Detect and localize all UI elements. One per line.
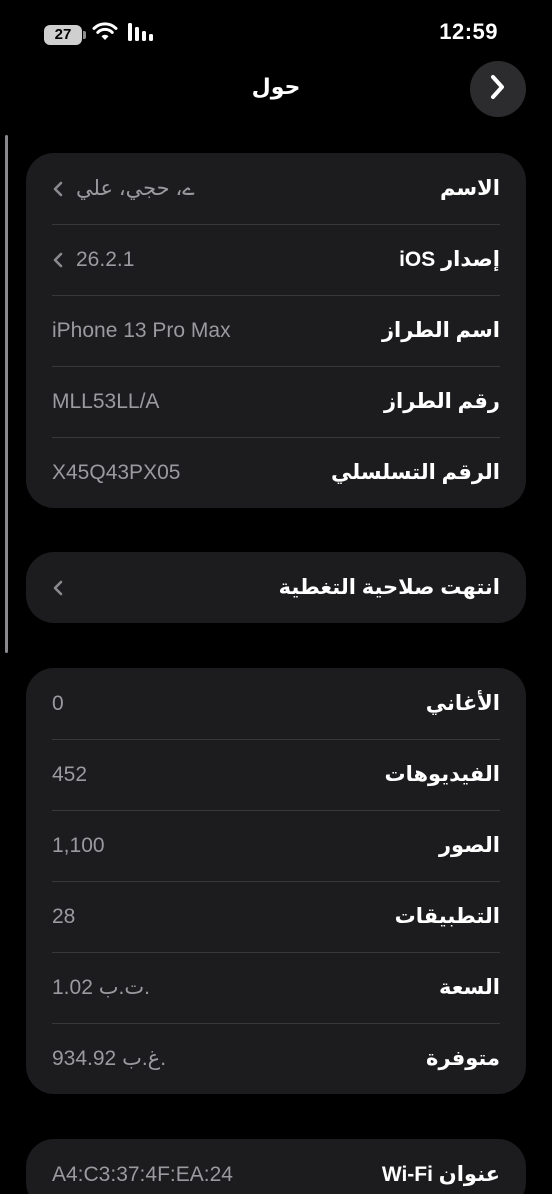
battery-icon: 27: [44, 24, 86, 45]
songs-label: الأغاني: [425, 692, 500, 715]
row-value-group: A4:C3:37:4F:EA:24: [52, 1163, 233, 1187]
available-label: متوفرة: [426, 1047, 500, 1070]
model-number-row[interactable]: MLL53LL/A رقم الطراز: [26, 366, 526, 437]
capacity-value: 1.02 ت.ب.: [52, 976, 150, 999]
row-value-group: 26.2.1: [52, 248, 134, 272]
model-name-label: اسم الطراز: [381, 319, 500, 342]
songs-row: 0 الأغاني: [26, 668, 526, 739]
row-value-group: [52, 579, 64, 597]
available-row: 934.92 غ.ب. متوفرة: [26, 1023, 526, 1094]
about-screen: 27 12:59 حول ے، حجي، علي الاسم 26.2.1 إص…: [0, 0, 552, 1194]
model-number-label: رقم الطراز: [383, 390, 500, 413]
ios-version-value: 26.2.1: [76, 247, 135, 271]
photos-value: 1,100: [52, 833, 105, 857]
row-value-group: 28: [52, 905, 75, 929]
model-number-value: MLL53LL/A: [52, 389, 160, 413]
wifi-address-value: A4:C3:37:4F:EA:24: [52, 1162, 233, 1186]
videos-value: 452: [52, 762, 88, 786]
status-time: 12:59: [439, 19, 498, 44]
name-row[interactable]: ے، حجي، علي الاسم: [26, 153, 526, 224]
model-name-value: iPhone 13 Pro Max: [52, 318, 231, 342]
chevron-left-icon: [52, 251, 64, 269]
capacity-row: 1.02 ت.ب. السعة: [26, 952, 526, 1023]
status-bar: 27 12:59: [0, 0, 552, 64]
wifi-icon: [92, 22, 118, 47]
network-info-group: A4:C3:37:4F:EA:24 عنوان Wi-Fi: [26, 1139, 526, 1194]
row-value-group: 1,100: [52, 834, 105, 858]
songs-value: 0: [52, 691, 64, 715]
row-value-group: X45Q43PX05: [52, 461, 180, 485]
name-label: الاسم: [440, 177, 500, 200]
apps-label: التطبيقات: [394, 905, 500, 928]
ios-version-label: إصدار iOS: [399, 248, 500, 271]
videos-label: الفيديوهات: [384, 763, 501, 786]
cellular-signal-icon: [128, 23, 158, 46]
available-value: 934.92 غ.ب.: [52, 1047, 167, 1070]
row-value-group: 452: [52, 763, 87, 787]
coverage-label: انتهت صلاحية التغطية: [278, 576, 500, 599]
back-button[interactable]: [470, 61, 526, 117]
device-info-group: ے، حجي، علي الاسم 26.2.1 إصدار iOS iPhon…: [26, 153, 526, 508]
apps-value: 28: [52, 904, 76, 928]
model-name-row: iPhone 13 Pro Max اسم الطراز: [26, 295, 526, 366]
chevron-left-icon: [52, 579, 64, 597]
ios-version-row[interactable]: 26.2.1 إصدار iOS: [26, 224, 526, 295]
row-value-group: 1.02 ت.ب.: [52, 975, 150, 1000]
row-value-group: MLL53LL/A: [52, 390, 159, 414]
capacity-label: السعة: [438, 976, 500, 999]
status-indicators: 27: [44, 22, 158, 47]
photos-label: الصور: [438, 834, 500, 857]
wifi-address-label: عنوان Wi-Fi: [381, 1163, 500, 1186]
row-value-group: ے، حجي، علي: [52, 176, 195, 201]
row-value-group: 934.92 غ.ب.: [52, 1046, 166, 1071]
serial-number-value: X45Q43PX05: [52, 460, 181, 484]
coverage-group: انتهت صلاحية التغطية: [26, 552, 526, 623]
scroll-indicator[interactable]: [5, 135, 8, 653]
apps-row: 28 التطبيقات: [26, 881, 526, 952]
wifi-address-row[interactable]: A4:C3:37:4F:EA:24 عنوان Wi-Fi: [26, 1139, 526, 1194]
coverage-row[interactable]: انتهت صلاحية التغطية: [26, 552, 526, 623]
photos-row: 1,100 الصور: [26, 810, 526, 881]
videos-row: 452 الفيديوهات: [26, 739, 526, 810]
chevron-right-icon: [489, 74, 507, 105]
media-info-group: 0 الأغاني 452 الفيديوهات 1,100 الصور 28 …: [26, 668, 526, 1094]
row-value-group: 0: [52, 692, 64, 716]
serial-number-row[interactable]: X45Q43PX05 الرقم التسلسلي: [26, 437, 526, 508]
serial-number-label: الرقم التسلسلي: [331, 461, 500, 484]
chevron-left-icon: [52, 180, 64, 198]
name-value: ے، حجي، علي: [76, 177, 195, 200]
row-value-group: iPhone 13 Pro Max: [52, 319, 231, 343]
